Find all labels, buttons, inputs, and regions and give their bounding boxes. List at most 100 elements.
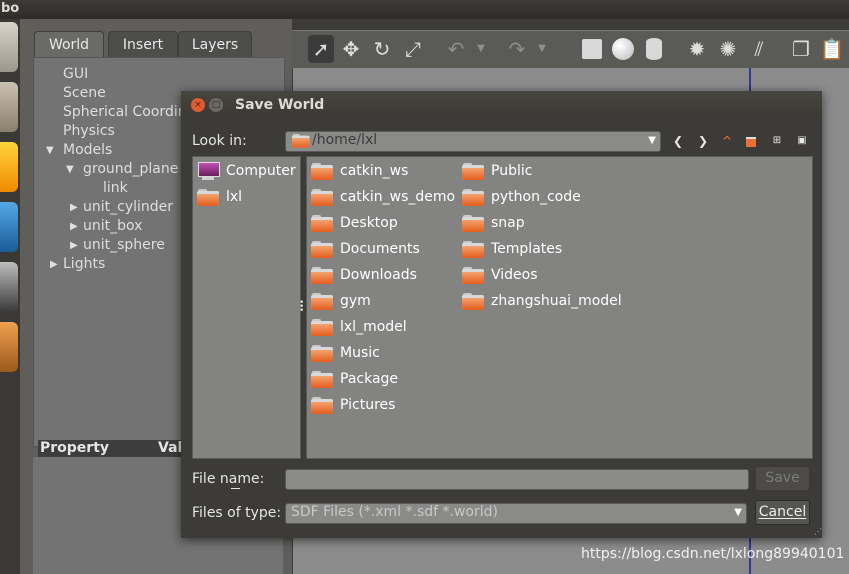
- file-name-input[interactable]: [285, 469, 749, 490]
- list-item-catkin-ws[interactable]: catkin_ws: [311, 160, 408, 182]
- tree-item-gui[interactable]: GUI: [63, 66, 88, 82]
- maximize-icon[interactable]: □: [209, 98, 223, 112]
- tree-item-spherical-coordinates[interactable]: Spherical Coordin: [63, 104, 187, 120]
- close-icon[interactable]: ×: [191, 98, 205, 112]
- tree-item-lights[interactable]: Lights: [63, 256, 105, 272]
- sidebar-item-computer[interactable]: Computer: [197, 160, 296, 182]
- undo-icon[interactable]: ↶: [443, 35, 469, 63]
- tree-item-scene[interactable]: Scene: [63, 85, 106, 101]
- save-world-dialog: × □ Save World Look in: /home/lxl ▼ ❮ ❯ …: [181, 91, 822, 538]
- list-item-zhangshuai-model[interactable]: zhangshuai_model: [462, 290, 622, 312]
- expand-down-icon[interactable]: ▼: [46, 145, 54, 156]
- tree-item-unit-sphere[interactable]: unit_sphere: [83, 237, 165, 253]
- resize-grip-icon[interactable]: ⋰: [812, 528, 822, 538]
- redo-icon[interactable]: ↷: [504, 35, 530, 63]
- paste-icon[interactable]: 📋: [819, 35, 845, 63]
- spot-light-icon[interactable]: ✺: [715, 35, 741, 63]
- cancel-button[interactable]: Cancel: [755, 500, 810, 525]
- splitter-handle[interactable]: • • •: [299, 299, 304, 316]
- list-view-icon[interactable]: ▣: [794, 133, 810, 149]
- directional-light-icon[interactable]: ⫽: [746, 35, 772, 63]
- list-item-lxl-model[interactable]: lxl_model: [311, 316, 407, 338]
- box-shape-icon[interactable]: [579, 35, 605, 63]
- tree-item-ground-plane[interactable]: ground_plane: [83, 161, 178, 177]
- places-sidebar: Computer lxl: [192, 156, 301, 459]
- new-folder-icon[interactable]: [743, 133, 759, 149]
- parent-directory-icon[interactable]: ^: [719, 133, 735, 149]
- list-item-label: Templates: [491, 241, 563, 257]
- list-item-label: Package: [340, 371, 399, 387]
- redo-dropdown-icon[interactable]: ▼: [535, 35, 549, 63]
- expand-right-icon[interactable]: ▶: [50, 259, 58, 270]
- files-of-type-select[interactable]: SDF Files (*.xml *.sdf *.world) ▼: [285, 503, 747, 524]
- undo-dropdown-icon[interactable]: ▼: [474, 35, 488, 63]
- list-item-public[interactable]: Public: [462, 160, 532, 182]
- launcher-app-icon[interactable]: [0, 262, 18, 312]
- tab-world[interactable]: World: [34, 31, 104, 58]
- files-of-type-label: Files of type:: [192, 505, 282, 521]
- list-item-label: gym: [340, 293, 371, 309]
- list-item-catkin-ws-demo[interactable]: catkin_ws_demo: [311, 186, 455, 208]
- launcher-app-icon[interactable]: [0, 82, 18, 132]
- file-name-underline: [231, 488, 240, 489]
- save-button[interactable]: Save: [755, 466, 810, 491]
- list-item-label: Music: [340, 345, 380, 361]
- expand-right-icon[interactable]: ▶: [70, 240, 78, 251]
- expand-right-icon[interactable]: ▶: [70, 202, 78, 213]
- expand-down-icon[interactable]: ▼: [66, 164, 74, 175]
- folder-icon: [462, 292, 484, 310]
- list-item-package[interactable]: Package: [311, 368, 398, 390]
- forward-icon[interactable]: ❯: [695, 133, 711, 149]
- back-icon[interactable]: ❮: [670, 133, 686, 149]
- list-item-label: snap: [491, 215, 525, 231]
- sphere-shape-icon[interactable]: [610, 35, 636, 63]
- scale-icon[interactable]: ⤢: [400, 35, 426, 63]
- list-item-music[interactable]: Music: [311, 342, 380, 364]
- translate-icon[interactable]: ✥: [338, 35, 364, 63]
- tree-item-physics[interactable]: Physics: [63, 123, 115, 139]
- detail-view-icon[interactable]: ⊞: [769, 133, 785, 149]
- select-arrow-icon[interactable]: ➚: [308, 35, 334, 63]
- folder-icon: [311, 370, 333, 388]
- sidebar-item-lxl[interactable]: lxl: [197, 186, 242, 208]
- tree-item-unit-cylinder[interactable]: unit_cylinder: [83, 199, 173, 215]
- tab-layers[interactable]: Layers: [178, 31, 252, 58]
- cylinder-shape-icon[interactable]: [641, 35, 667, 63]
- list-item-label: zhangshuai_model: [491, 293, 622, 309]
- ubuntu-launcher: [0, 19, 20, 574]
- list-item-python-code[interactable]: python_code: [462, 186, 581, 208]
- folder-icon: [462, 240, 484, 258]
- rotate-icon[interactable]: ↻: [369, 35, 395, 63]
- list-item-pictures[interactable]: Pictures: [311, 394, 395, 416]
- tree-item-models[interactable]: Models: [63, 142, 112, 158]
- look-in-combo[interactable]: /home/lxl ▼: [285, 131, 661, 152]
- launcher-app-icon[interactable]: [0, 202, 18, 252]
- tree-item-link[interactable]: link: [103, 180, 128, 196]
- folder-icon: [462, 162, 484, 180]
- list-item-gym[interactable]: gym: [311, 290, 371, 312]
- list-item-desktop[interactable]: Desktop: [311, 212, 398, 234]
- point-light-icon[interactable]: ✹: [684, 35, 710, 63]
- list-item-label: catkin_ws_demo: [340, 189, 456, 205]
- chevron-down-icon: ▼: [734, 507, 742, 518]
- tab-insert[interactable]: Insert: [108, 31, 178, 58]
- list-item-snap[interactable]: snap: [462, 212, 525, 234]
- tree-item-unit-box[interactable]: unit_box: [83, 218, 142, 234]
- launcher-app-icon[interactable]: [0, 322, 18, 372]
- window-title: bo: [1, 1, 20, 16]
- list-item-templates[interactable]: Templates: [462, 238, 562, 260]
- computer-icon: [197, 161, 220, 181]
- launcher-app-icon[interactable]: [0, 22, 18, 72]
- dialog-title: Save World: [235, 97, 325, 113]
- property-column-header[interactable]: Property: [40, 440, 109, 456]
- files-of-type-value: SDF Files (*.xml *.sdf *.world): [291, 504, 498, 520]
- value-column-header[interactable]: Val: [158, 440, 182, 456]
- copy-icon[interactable]: ❐: [788, 35, 814, 63]
- list-item-label: Videos: [491, 267, 538, 283]
- list-item-downloads[interactable]: Downloads: [311, 264, 417, 286]
- launcher-app-icon[interactable]: [0, 142, 18, 192]
- expand-right-icon[interactable]: ▶: [70, 221, 78, 232]
- list-item-documents[interactable]: Documents: [311, 238, 420, 260]
- list-item-videos[interactable]: Videos: [462, 264, 538, 286]
- folder-icon: [462, 188, 484, 206]
